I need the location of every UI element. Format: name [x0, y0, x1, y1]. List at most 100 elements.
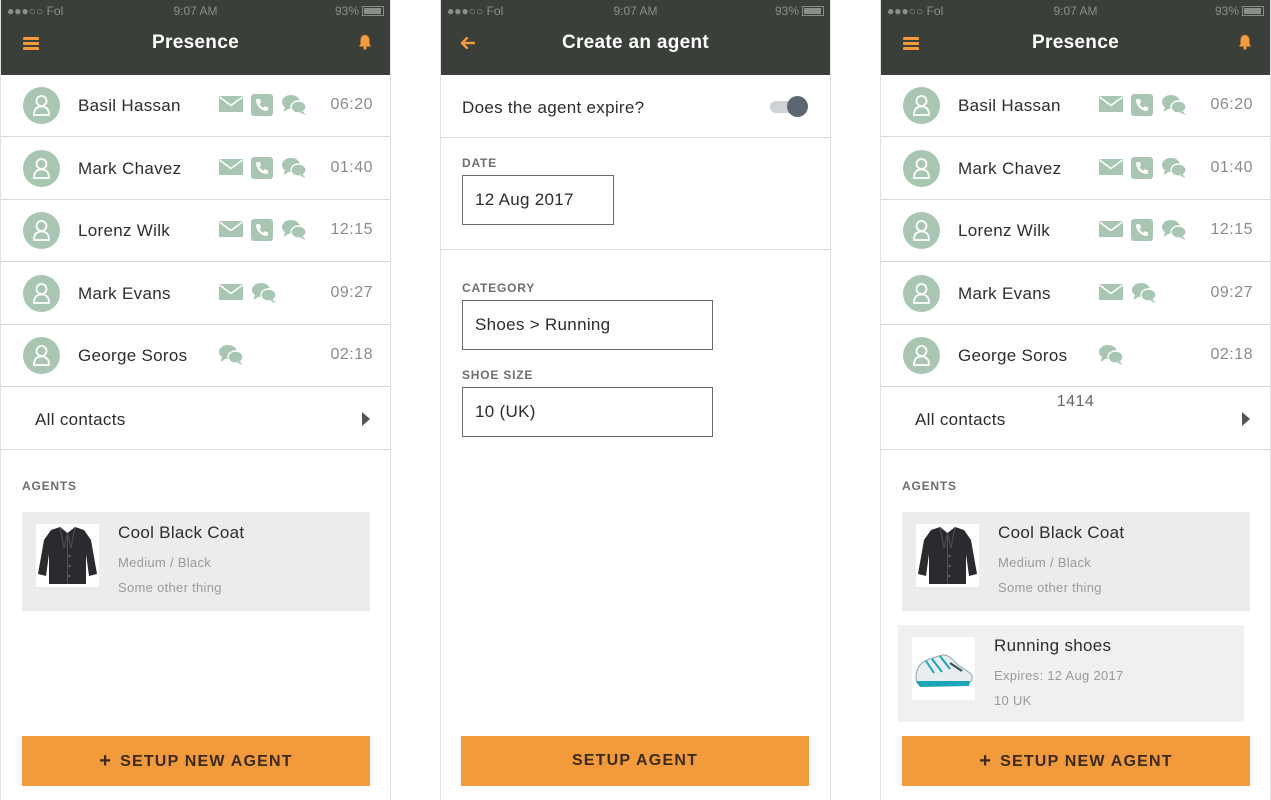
contact-name: Mark Chavez — [958, 158, 1062, 178]
phone-icon[interactable] — [1131, 219, 1153, 246]
mail-icon[interactable] — [1098, 94, 1124, 119]
chat-icon[interactable] — [1161, 219, 1187, 246]
agent-detail-line: Some other thing — [118, 580, 222, 595]
avatar — [23, 274, 60, 312]
contact-row[interactable]: Mark Chavez 01:40 — [1, 138, 390, 200]
mail-icon[interactable] — [218, 219, 244, 244]
avatar — [903, 212, 940, 249]
expire-toggle[interactable] — [770, 96, 808, 117]
contact-row[interactable]: George Soros 02:18 — [881, 325, 1270, 387]
contact-time: 12:15 — [330, 221, 373, 238]
contact-time: 06:20 — [1210, 96, 1253, 113]
clock-label: 9:07 AM — [173, 4, 218, 18]
mail-icon[interactable] — [218, 282, 244, 307]
chat-icon[interactable] — [1161, 94, 1187, 121]
chat-icon[interactable] — [281, 219, 307, 246]
clock-label: 9:07 AM — [613, 4, 658, 18]
header-bar: ●●●○○ Fol 9:07 AM 93% Presence — [881, 0, 1270, 75]
contact-name: Lorenz Wilk — [958, 221, 1051, 240]
category-field[interactable] — [462, 300, 713, 350]
contact-time: 06:20 — [330, 96, 373, 113]
setup-agent-button[interactable]: SETUP AGENT — [461, 736, 809, 786]
agents-section-label: AGENTS — [902, 479, 957, 493]
contact-row[interactable]: Basil Hassan 06:20 — [881, 75, 1270, 137]
contact-row[interactable]: Mark Evans 09:27 — [881, 263, 1270, 325]
contact-time: 02:18 — [330, 346, 373, 363]
chat-icon[interactable] — [1161, 157, 1187, 184]
all-contacts-label: All contacts — [35, 409, 126, 429]
chat-icon[interactable] — [1098, 344, 1124, 371]
contact-time: 12:15 — [1210, 221, 1253, 238]
status-bar: ●●●○○ Fol 9:07 AM 93% — [441, 4, 830, 18]
bell-icon[interactable] — [1238, 34, 1252, 55]
contact-name: Mark Chavez — [78, 158, 182, 178]
contact-row[interactable]: Lorenz Wilk 12:15 — [881, 200, 1270, 262]
avatar — [903, 337, 940, 374]
phone-icon[interactable] — [251, 219, 273, 246]
chat-icon[interactable] — [281, 94, 307, 121]
mail-icon[interactable] — [218, 157, 244, 182]
mail-icon[interactable] — [218, 94, 244, 119]
status-bar: ●●●○○ Fol 9:07 AM 93% — [1, 4, 390, 18]
date-label: DATE — [462, 156, 497, 170]
clock-label: 9:07 AM — [1053, 4, 1098, 18]
create-agent-screen: ●●●○○ Fol 9:07 AM 93% Create an agent Do… — [440, 0, 831, 800]
avatar — [23, 337, 60, 374]
phone-icon[interactable] — [1131, 94, 1153, 121]
mail-icon[interactable] — [1098, 219, 1124, 244]
agent-title: Running shoes — [994, 636, 1112, 655]
chat-icon[interactable] — [1131, 282, 1157, 309]
contact-row[interactable]: George Soros 02:18 — [1, 325, 390, 387]
coat-image — [916, 524, 979, 587]
chat-icon[interactable] — [251, 282, 277, 309]
battery-icon — [802, 6, 824, 16]
date-field[interactable] — [462, 175, 614, 225]
contact-row[interactable]: Basil Hassan 06:20 — [1, 75, 390, 137]
phone-icon[interactable] — [1131, 156, 1153, 184]
contact-name: Mark Evans — [78, 283, 171, 303]
setup-new-agent-button[interactable]: + SETUP NEW AGENT — [902, 736, 1250, 786]
contact-time: 09:27 — [330, 283, 373, 301]
contact-name: George Soros — [958, 346, 1068, 365]
setup-new-agent-label: SETUP NEW AGENT — [120, 753, 293, 770]
avatar — [23, 87, 60, 124]
contact-name: Lorenz Wilk — [78, 221, 171, 240]
agent-detail-line: 10 UK — [994, 693, 1032, 708]
agent-detail-line: Some other thing — [998, 580, 1102, 595]
mail-icon[interactable] — [1098, 157, 1124, 182]
agent-card[interactable]: Cool Black Coat Medium / Black Some other … — [902, 512, 1250, 611]
phone-icon[interactable] — [251, 94, 273, 121]
mail-icon[interactable] — [1098, 282, 1124, 307]
chat-icon[interactable] — [281, 157, 307, 184]
bell-icon[interactable] — [358, 34, 372, 55]
shoe-size-field[interactable] — [462, 387, 713, 437]
plus-icon: + — [979, 750, 993, 772]
contact-name: Basil Hassan — [958, 96, 1061, 115]
all-contacts-row[interactable]: All contacts — [1, 388, 390, 450]
contact-row[interactable]: Mark Evans 09:27 — [1, 263, 390, 325]
agent-title: Cool Black Coat — [998, 523, 1125, 542]
agent-detail-line: Expires: 12 Aug 2017 — [994, 668, 1124, 683]
contact-row[interactable]: Lorenz Wilk 12:15 — [1, 200, 390, 262]
contact-time: 02:18 — [1210, 346, 1253, 363]
chat-icon[interactable] — [218, 344, 244, 371]
page-title: Presence — [152, 32, 239, 53]
battery-icon — [1242, 6, 1264, 16]
contact-time: 09:27 — [1210, 283, 1253, 301]
overlay-number: 1414 — [1056, 393, 1095, 410]
page-title: Create an agent — [561, 32, 710, 53]
battery-label: 93% — [334, 4, 359, 18]
contact-time: 01:40 — [1210, 158, 1253, 176]
contact-name: Mark Evans — [958, 283, 1051, 303]
agent-card[interactable]: Cool Black Coat Medium / Black Some other … — [22, 512, 370, 611]
agent-card[interactable]: Running shoes Expires: 12 Aug 2017 10 UK — [898, 625, 1244, 722]
category-label: CATEGORY — [462, 281, 536, 295]
battery-indicator: 93% — [1215, 4, 1264, 18]
avatar — [23, 149, 60, 187]
contact-row[interactable]: Mark Chavez 01:40 — [881, 138, 1270, 200]
chevron-right-icon — [362, 411, 370, 426]
avatar — [23, 212, 60, 249]
date-section: DATE — [441, 138, 830, 250]
phone-icon[interactable] — [251, 156, 273, 184]
setup-new-agent-button[interactable]: + SETUP NEW AGENT — [22, 736, 370, 786]
